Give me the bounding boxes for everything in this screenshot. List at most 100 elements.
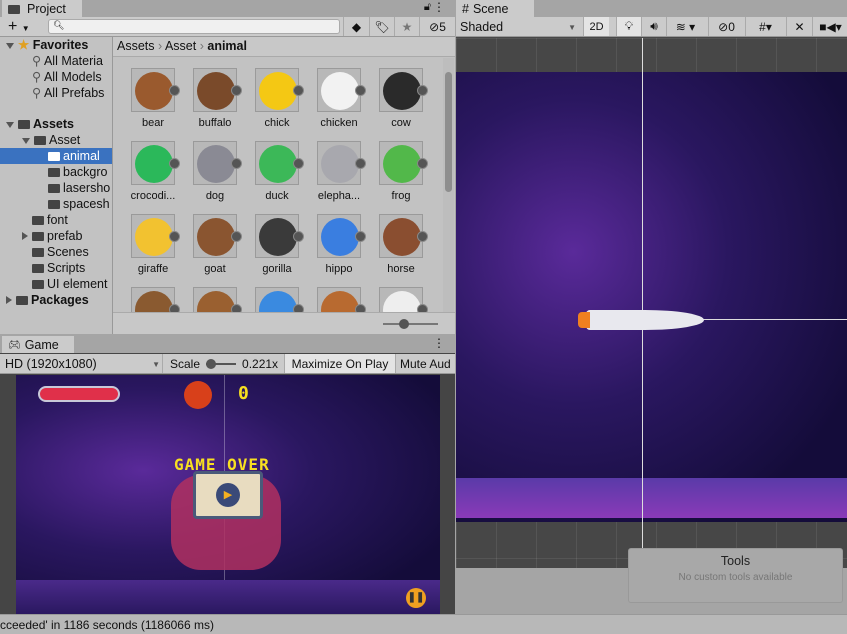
breadcrumb-asset[interactable]: Asset	[165, 39, 196, 53]
tab-game[interactable]: 🎮︎ Game	[2, 336, 74, 353]
asset-item[interactable]: hippo	[309, 214, 369, 275]
icon-size-slider[interactable]	[383, 323, 438, 325]
resolution-dropdown[interactable]: HD (1920x1080) ▼	[5, 357, 160, 371]
asset-item[interactable]: chicken	[309, 68, 369, 129]
add-button[interactable]: + ▼	[8, 17, 30, 38]
scrollbar-thumb[interactable]	[445, 72, 452, 192]
tree-item-all-prefabs[interactable]: ⚲ All Prefabs	[0, 85, 112, 101]
asset-item[interactable]: dog	[185, 141, 245, 202]
asset-item[interactable]: buffalo	[185, 68, 245, 129]
tree-item-favorites[interactable]: ★ Favorites	[0, 37, 112, 53]
asset-item[interactable]: frog	[371, 141, 431, 202]
tree-item-ui-element[interactable]: UI element	[0, 276, 112, 292]
expand-sprite-icon[interactable]	[417, 304, 428, 312]
tree-item-all-materia[interactable]: ⚲ All Materia	[0, 53, 112, 69]
more-menu-icon[interactable]: ⋮	[433, 336, 445, 350]
tree-item-prefab[interactable]: prefab	[0, 228, 112, 244]
asset-item[interactable]: horse	[371, 214, 431, 275]
breadcrumb-animal[interactable]: animal	[207, 39, 247, 53]
play-button[interactable]: ▶	[216, 483, 240, 507]
lighting-icon[interactable]: 💡︎	[616, 17, 641, 36]
expand-sprite-icon[interactable]	[417, 231, 428, 242]
tree-item-scenes[interactable]: Scenes	[0, 244, 112, 260]
tree-item-packages[interactable]: Packages	[0, 292, 112, 308]
tree-item-spacesh[interactable]: spacesh	[0, 196, 112, 212]
expand-arrow-icon[interactable]	[22, 138, 30, 144]
tree-item-assets[interactable]: Assets	[0, 116, 112, 132]
scene-view[interactable]	[456, 38, 847, 568]
grid-snap-icon[interactable]: #▾	[745, 17, 785, 36]
tree-item-animal[interactable]: animal	[0, 148, 112, 164]
asset-item[interactable]	[371, 287, 431, 312]
expand-sprite-icon[interactable]	[169, 231, 180, 242]
camera-icon[interactable]: ■◀▾	[812, 17, 847, 36]
tree-item-lasersho[interactable]: lasersho	[0, 180, 112, 196]
asset-item[interactable]: chick	[247, 68, 307, 129]
search-input[interactable]: 🔍︎	[48, 19, 340, 34]
expand-sprite-icon[interactable]	[293, 304, 304, 312]
shading-dropdown[interactable]: Shaded ▼	[460, 20, 576, 34]
favorite-button[interactable]: ★	[394, 17, 419, 36]
scrollbar[interactable]	[443, 58, 454, 312]
expand-sprite-icon[interactable]	[355, 231, 366, 242]
audio-icon[interactable]: 🔊︎	[641, 17, 666, 36]
status-bar[interactable]: cceeded' in 1186 seconds (1186066 ms)	[0, 614, 847, 634]
game-view[interactable]: 0 GAME OVER ▶ ❚❚	[16, 375, 440, 614]
more-menu-icon[interactable]: ⋮	[433, 0, 445, 14]
collapse-arrow-icon[interactable]	[6, 296, 12, 304]
expand-sprite-icon[interactable]	[169, 85, 180, 96]
tree-item-font[interactable]: font	[0, 212, 112, 228]
filter-by-label-button[interactable]: 🏷︎	[369, 17, 394, 36]
breadcrumb-assets[interactable]: Assets	[117, 39, 155, 53]
expand-sprite-icon[interactable]	[293, 158, 304, 169]
lock-icon[interactable]: 🔓︎	[424, 1, 431, 14]
expand-sprite-icon[interactable]	[293, 85, 304, 96]
tab-scene[interactable]: # Scene	[456, 0, 534, 17]
tree-item-backgro[interactable]: backgro	[0, 164, 112, 180]
asset-item[interactable]: cow	[371, 68, 431, 129]
expand-sprite-icon[interactable]	[355, 158, 366, 169]
scale-slider[interactable]: Scale 0.221x	[162, 354, 284, 373]
mute-audio-toggle[interactable]: Mute Aud	[395, 354, 457, 373]
collapse-arrow-icon[interactable]	[22, 232, 28, 240]
tree-item-asset[interactable]: Asset	[0, 132, 112, 148]
asset-item[interactable]	[309, 287, 369, 312]
expand-sprite-icon[interactable]	[169, 304, 180, 312]
asset-item[interactable]: bear	[123, 68, 183, 129]
asset-item[interactable]	[247, 287, 307, 312]
tab-project[interactable]: Project	[2, 0, 82, 17]
expand-sprite-icon[interactable]	[417, 158, 428, 169]
asset-item[interactable]	[123, 287, 183, 312]
pause-button[interactable]: ❚❚	[406, 588, 426, 608]
expand-arrow-icon[interactable]	[6, 43, 14, 49]
maximize-on-play-toggle[interactable]: Maximize On Play	[284, 354, 395, 373]
gizmo-tools-icon[interactable]: ✕	[786, 17, 812, 36]
expand-sprite-icon[interactable]	[355, 85, 366, 96]
filter-by-type-button[interactable]: ◆	[343, 17, 369, 36]
asset-item[interactable]: giraffe	[123, 214, 183, 275]
spaceship[interactable]	[586, 310, 704, 330]
expand-sprite-icon[interactable]	[231, 158, 242, 169]
expand-sprite-icon[interactable]	[169, 158, 180, 169]
expand-sprite-icon[interactable]	[231, 231, 242, 242]
asset-item[interactable]: goat	[185, 214, 245, 275]
icon-size-slider-handle[interactable]	[399, 319, 409, 329]
tree-item-all-models[interactable]: ⚲ All Models	[0, 69, 112, 85]
expand-sprite-icon[interactable]	[293, 231, 304, 242]
expand-sprite-icon[interactable]	[231, 304, 242, 312]
expand-arrow-icon[interactable]	[6, 122, 14, 128]
asset-item[interactable]: crocodi...	[123, 141, 183, 202]
asset-item[interactable]: elepha...	[309, 141, 369, 202]
expand-sprite-icon[interactable]	[355, 304, 366, 312]
hidden-packages-toggle[interactable]: ⊘ 5	[419, 17, 455, 36]
asset-item[interactable]	[185, 287, 245, 312]
tree-item-scripts[interactable]: Scripts	[0, 260, 112, 276]
2d-toggle[interactable]: 2D	[583, 17, 609, 36]
expand-sprite-icon[interactable]	[417, 85, 428, 96]
effects-icon[interactable]: ≋ ▾	[666, 17, 704, 36]
asset-item[interactable]: duck	[247, 141, 307, 202]
asset-item[interactable]: gorilla	[247, 214, 307, 275]
expand-sprite-icon[interactable]	[231, 85, 242, 96]
animal-face-icon	[197, 218, 235, 256]
hidden-objects-toggle[interactable]: ⊘ 0	[708, 17, 744, 36]
